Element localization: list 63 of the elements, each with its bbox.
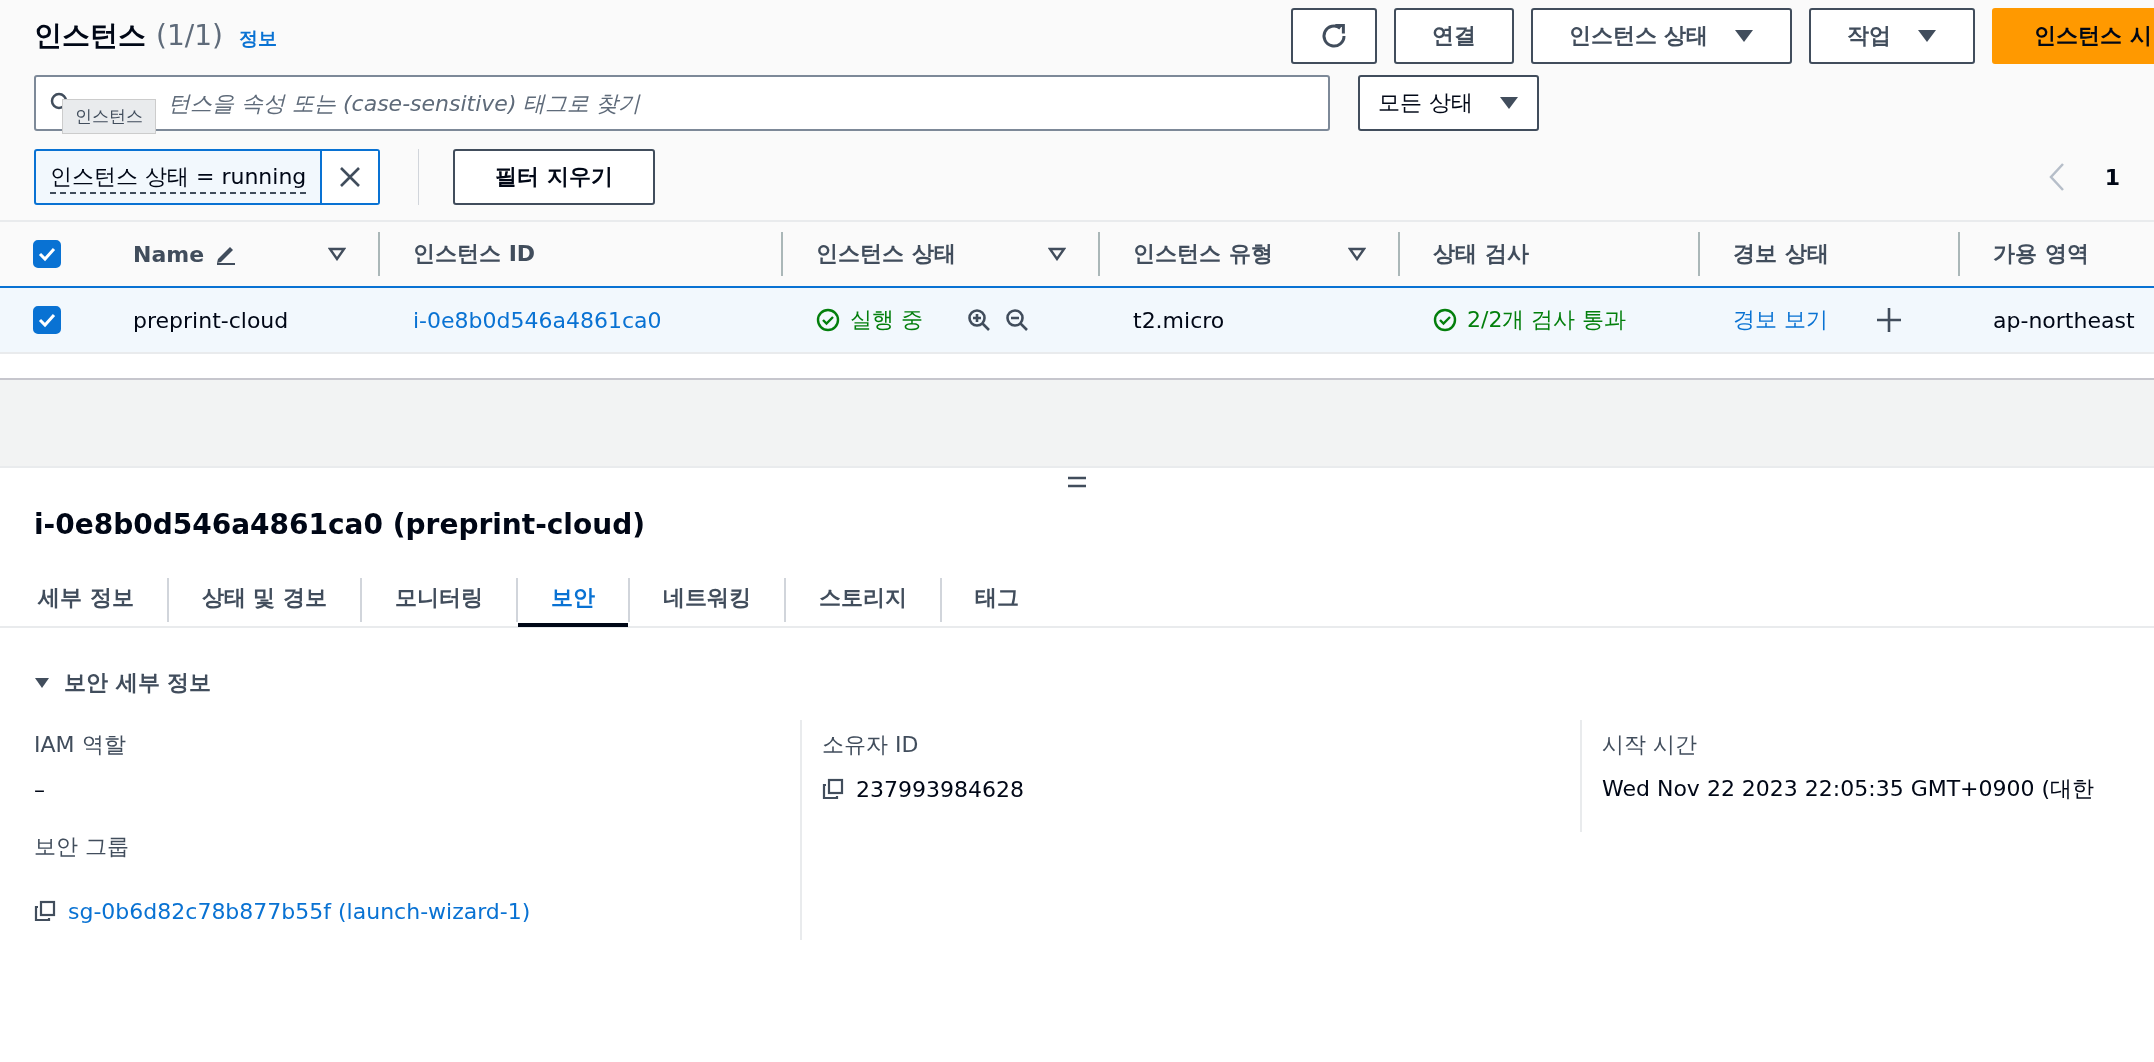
- plus-icon[interactable]: [1876, 307, 1902, 333]
- refresh-button[interactable]: [1290, 8, 1377, 64]
- info-link[interactable]: 정보: [238, 26, 277, 52]
- zoom-out-icon[interactable]: [1005, 308, 1029, 332]
- tab[interactable]: 스토리지: [786, 573, 940, 627]
- tab[interactable]: 모니터링: [362, 573, 516, 627]
- tab[interactable]: 세부 정보: [22, 573, 167, 627]
- instance-title: i-0e8b0d546a4861ca0 (preprint-cloud): [33, 507, 646, 543]
- launch-button[interactable]: 인스턴스 시: [1992, 8, 2154, 64]
- sort-icon[interactable]: [328, 247, 346, 261]
- filter-token-label[interactable]: 인스턴스 상태 = running: [36, 151, 321, 203]
- tab[interactable]: 상태 및 경보: [168, 573, 360, 627]
- state-filter-dropdown[interactable]: 모든 상태: [1358, 75, 1539, 131]
- column-header: Name: [133, 241, 205, 267]
- sort-icon[interactable]: [1048, 247, 1066, 261]
- page-number[interactable]: 1: [2104, 164, 2120, 190]
- copy-icon[interactable]: [34, 900, 56, 922]
- tab[interactable]: 태그: [942, 573, 1052, 627]
- view-alarms-link[interactable]: 경보 보기: [1733, 305, 1828, 335]
- caret-icon: [1734, 29, 1755, 43]
- field-value: 237993984628: [856, 776, 1024, 802]
- zoom-in-icon[interactable]: [967, 308, 991, 332]
- resize-handle-icon[interactable]: [1067, 476, 1087, 488]
- field-label: 시작 시간: [1602, 731, 1698, 759]
- status-text: 실행 중: [850, 306, 923, 334]
- instance-id-link[interactable]: i-0e8b0d546a4861ca0: [413, 307, 662, 333]
- caret-icon: [1499, 96, 1519, 110]
- column-header: 상태 검사: [1433, 240, 1529, 268]
- section-title: 보안 세부 정보: [64, 669, 212, 697]
- connect-button[interactable]: 연결: [1393, 8, 1514, 64]
- status-check-text: 2/2개 검사 통과: [1467, 306, 1627, 334]
- tooltip: 인스턴스: [62, 99, 156, 134]
- tab[interactable]: 네트워킹: [630, 573, 784, 627]
- field-label: 소유자 ID: [822, 731, 920, 759]
- column-header: 인스턴스 상태: [816, 240, 956, 268]
- table-cell: preprint-cloud: [133, 307, 289, 333]
- row-checkbox[interactable]: [33, 306, 61, 334]
- security-group-link[interactable]: sg-0b6d82c78b877b55f (launch-wizard-1): [68, 898, 531, 924]
- table-cell: t2.micro: [1133, 307, 1225, 333]
- instance-count: (1/1): [156, 19, 223, 52]
- close-icon: [339, 166, 362, 188]
- field-value: –: [34, 776, 45, 802]
- table-cell: ap-northeast: [1993, 307, 2135, 333]
- page-title: 인스턴스: [34, 18, 146, 54]
- remove-filter-button[interactable]: [320, 151, 379, 203]
- column-header: 인스턴스 유형: [1133, 240, 1273, 268]
- expand-caret-icon[interactable]: [34, 677, 50, 689]
- column-header: 가용 영역: [1993, 240, 2089, 268]
- field-label: IAM 역할: [34, 731, 127, 759]
- sort-icon[interactable]: [1348, 247, 1366, 261]
- dropdown-button[interactable]: 작업: [1809, 8, 1976, 64]
- field-label: 보안 그룹: [34, 833, 130, 861]
- column-header: 인스턴스 ID: [413, 240, 536, 268]
- clear-filters-button[interactable]: 필터 지우기: [453, 149, 655, 205]
- table-row[interactable]: preprint-cloud i-0e8b0d546a4861ca0 실행 중 t2.micro 2/2개 검사 통과 경보 보기 ap-northeast: [0, 286, 2154, 354]
- caret-icon: [1917, 29, 1938, 43]
- select-all-checkbox[interactable]: [33, 240, 61, 268]
- column-header: 경보 상태: [1733, 240, 1829, 268]
- field-value: Wed Nov 22 2023 22:05:35 GMT+0900 (대한: [1602, 775, 2095, 803]
- dropdown-button[interactable]: 인스턴스 상태: [1530, 8, 1793, 64]
- check-circle-icon: [1433, 308, 1457, 332]
- copy-icon[interactable]: [822, 778, 844, 800]
- check-circle-icon: [816, 308, 840, 332]
